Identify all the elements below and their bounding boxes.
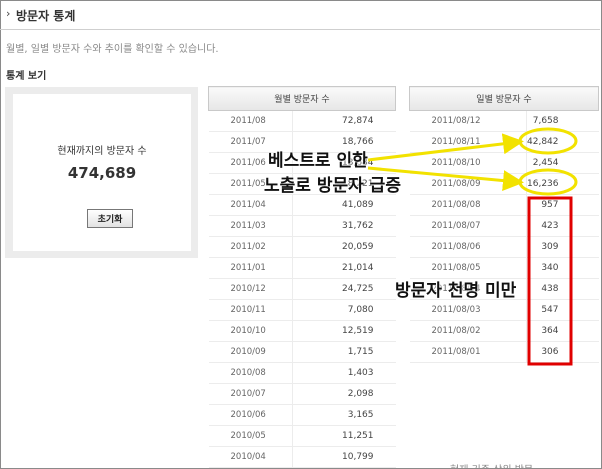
table-row: 2011/08/11 42,842 [409,131,599,153]
table-row: 2011/08/06 309 [409,236,599,258]
table-row: 2010/05 11,251 [208,425,396,447]
row-count: 547 [526,299,599,321]
row-date: 2011/08/09 [409,173,527,195]
row-date: 2011/08/06 [409,236,527,258]
row-date: 2011/02 [208,236,293,258]
row-date: 2011/08/11 [409,131,527,153]
row-date: 2010/10 [208,320,293,342]
row-count: 12,519 [292,320,396,342]
bottom-partial-text: 현재 기준 상위 방문 [450,461,533,469]
row-date: 2011/08/08 [409,194,527,216]
table-row: 2011/08/10 2,454 [409,152,599,174]
table-row: 2010/04 10,799 [208,446,396,468]
row-date: 2010/11 [208,299,293,321]
row-count: 957 [526,194,599,216]
table-row: 2011/02 20,059 [208,236,396,258]
row-count: 24,725 [292,278,396,300]
table-row: 2011/08/12 7,658 [409,110,599,132]
table-row: 2011/03 31,762 [208,215,396,237]
row-count: 2,454 [526,152,599,174]
row-date: 2011/08/01 [409,341,527,363]
table-row: 2011/08/02 364 [409,320,599,342]
total-visitors-panel: 현재까지의 방문자 수 474,689 초기화 [5,87,198,258]
annotation-exposure-line1: 베스트로 인한 [268,151,368,171]
row-count: 7,658 [526,110,599,132]
table-row: 2010/10 12,519 [208,320,396,342]
row-date: 2011/04 [208,194,293,216]
row-count: 10,799 [292,446,396,468]
row-date: 2010/09 [208,341,293,363]
daily-table-header: 일별 방문자 수 [409,86,599,111]
title-marker: › [6,7,11,20]
daily-visitors-table: 일별 방문자 수 2011/08/12 7,658 2011/08/11 42,842… [409,86,599,363]
page-description: 월별, 일별 방문자 수와 추이를 확인할 수 있습니다. [6,44,219,55]
row-count: 1,715 [292,341,396,363]
row-date: 2011/08/02 [409,320,527,342]
row-count: 3,165 [292,404,396,426]
table-row: 2010/11 7,080 [208,299,396,321]
row-date: 2011/08/03 [409,299,527,321]
monthly-visitors-table: 월별 방문자 수 2011/08 72,874 2011/07 18,766 2011/… [208,86,396,468]
row-date: 2010/04 [208,446,293,468]
table-row: 2010/08 1,403 [208,362,396,384]
table-row: 2010/12 24,725 [208,278,396,300]
row-date: 2010/07 [208,383,293,405]
row-date: 2011/08/07 [409,215,527,237]
row-date: 2011/08/10 [409,152,527,174]
row-count: 42,842 [526,131,599,153]
table-row: 2011/08/09 16,236 [409,173,599,195]
row-count: 72,874 [292,110,396,132]
table-row: 2010/07 2,098 [208,383,396,405]
row-count: 20,059 [292,236,396,258]
page-title: 방문자 통계 [16,9,76,23]
row-count: 41,089 [292,194,396,216]
row-count: 31,762 [292,215,396,237]
table-row: 2011/08 72,874 [208,110,396,132]
row-count: 340 [526,257,599,279]
table-row: 2011/08/03 547 [409,299,599,321]
total-visitors-label: 현재까지의 방문자 수 [57,146,147,157]
page-header: › 방문자 통계 [0,0,600,30]
row-date: 2011/08/12 [409,110,527,132]
annotation-exposure-line2: 노출로 방문자 급증 [264,176,401,196]
table-row: 2010/06 3,165 [208,404,396,426]
table-row: 2011/08/07 423 [409,215,599,237]
table-row: 2011/08/08 957 [409,194,599,216]
row-count: 309 [526,236,599,258]
table-row: 2010/09 1,715 [208,341,396,363]
section-title: 통계 보기 [6,71,47,82]
row-count: 7,080 [292,299,396,321]
row-date: 2010/08 [208,362,293,384]
row-count: 306 [526,341,599,363]
annotation-below-thousand: 방문자 천명 미만 [395,281,517,301]
row-count: 11,251 [292,425,396,447]
row-count: 2,098 [292,383,396,405]
row-count: 21,014 [292,257,396,279]
row-date: 2011/01 [208,257,293,279]
row-count: 423 [526,215,599,237]
table-row: 2011/01 21,014 [208,257,396,279]
row-count: 16,236 [526,173,599,195]
total-visitors-card: 현재까지의 방문자 수 474,689 초기화 [13,94,191,251]
table-row: 2011/04 41,089 [208,194,396,216]
row-date: 2011/03 [208,215,293,237]
row-count: 364 [526,320,599,342]
table-row: 2011/08/01 306 [409,341,599,363]
row-date: 2010/12 [208,278,293,300]
monthly-table-header: 월별 방문자 수 [208,86,396,111]
row-count: 1,403 [292,362,396,384]
row-date: 2010/05 [208,425,293,447]
reset-button[interactable]: 초기화 [87,209,133,228]
row-date: 2010/06 [208,404,293,426]
row-count: 438 [526,278,599,300]
total-visitors-value: 474,689 [67,164,137,182]
row-date: 2011/08 [208,110,293,132]
